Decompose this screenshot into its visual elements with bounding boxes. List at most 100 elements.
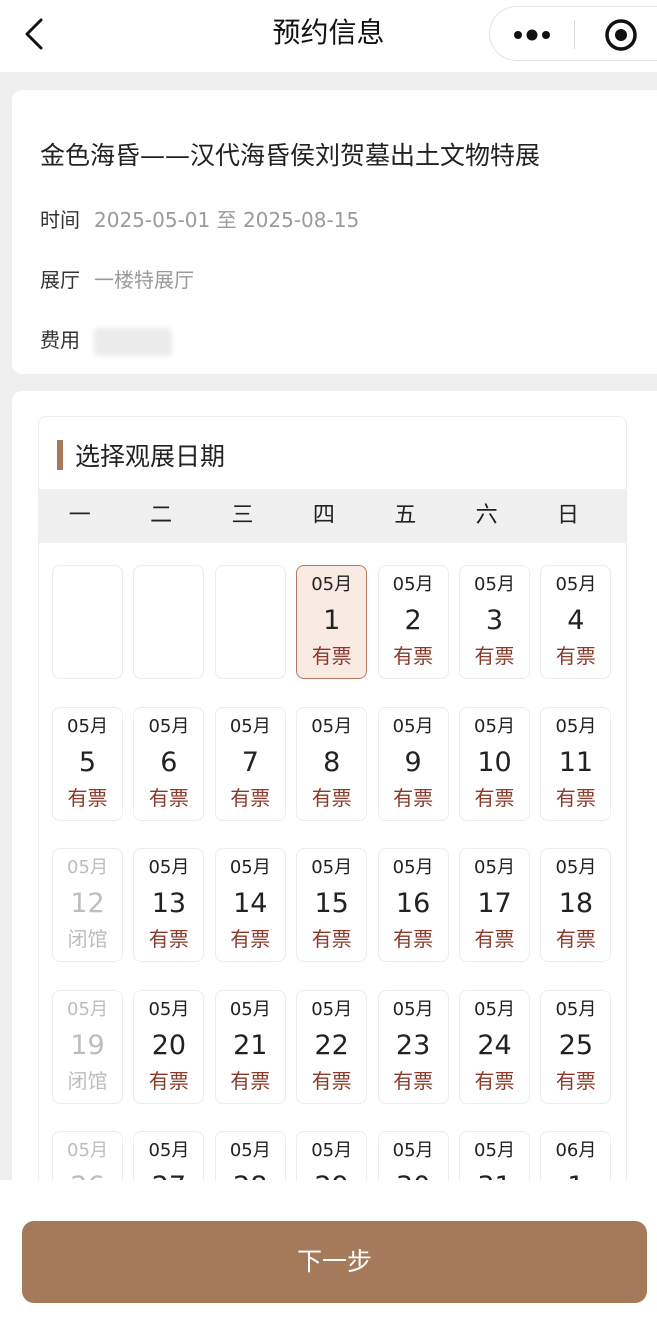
ticket-status: 有票 bbox=[393, 785, 434, 810]
weekday-label: 三 bbox=[231, 503, 254, 528]
ticket-status: 有票 bbox=[474, 927, 515, 951]
date-month: 05月 bbox=[474, 998, 515, 1020]
date-month: 05月 bbox=[555, 857, 597, 878]
date-cell[interactable]: 05月 20 有票 bbox=[133, 989, 205, 1104]
fee-label: 费用 bbox=[40, 328, 80, 352]
target-circle-icon bbox=[605, 18, 637, 51]
date-cell[interactable]: 05月 13 有票 bbox=[133, 848, 205, 962]
date-month: 05月 bbox=[67, 998, 108, 1020]
date-cell[interactable]: 05月 17 有票 bbox=[459, 848, 530, 962]
hall-label: 展厅 bbox=[40, 268, 80, 292]
weekday-label: 二 bbox=[150, 503, 173, 528]
date-cell[interactable]: 05月 24 有票 bbox=[459, 989, 530, 1104]
date-month: 05月 bbox=[474, 857, 515, 878]
date-cell[interactable]: 05月 18 有票 bbox=[540, 848, 612, 962]
date-cell[interactable]: 05月 21 有票 bbox=[214, 989, 286, 1104]
date-month: 05月 bbox=[148, 857, 190, 878]
ticket-status: 有票 bbox=[393, 644, 434, 668]
date-day: 21 bbox=[233, 1029, 268, 1061]
date-day: 17 bbox=[477, 888, 512, 919]
mini-program-capsule bbox=[489, 6, 657, 61]
ticket-status: 有票 bbox=[67, 785, 108, 810]
date-cell[interactable]: 05月 5 有票 bbox=[52, 706, 123, 821]
more-button[interactable] bbox=[490, 7, 574, 62]
date-day: 25 bbox=[558, 1029, 594, 1061]
date-cell[interactable]: 05月 10 有票 bbox=[459, 706, 530, 821]
date-cell[interactable]: 05月 6 有票 bbox=[133, 706, 205, 821]
ticket-status: 有票 bbox=[555, 785, 596, 810]
date-month: 05月 bbox=[311, 574, 353, 595]
bottom-bar: 下一步 bbox=[0, 1180, 657, 1319]
date-month: 05月 bbox=[311, 1140, 353, 1161]
weekday-label: 一 bbox=[68, 503, 91, 528]
date-day: 7 bbox=[241, 746, 259, 778]
date-cell[interactable]: 05月 22 有票 bbox=[296, 989, 368, 1104]
ticket-status: 有票 bbox=[474, 785, 515, 810]
date-month: 05月 bbox=[229, 998, 271, 1020]
ticket-status: 有票 bbox=[474, 644, 515, 668]
date-day: 11 bbox=[558, 746, 594, 778]
ticket-status: 有票 bbox=[311, 927, 352, 951]
date-cell[interactable]: 05月 7 有票 bbox=[214, 706, 286, 821]
date-month: 05月 bbox=[474, 1140, 515, 1161]
empty-date-cell bbox=[133, 565, 205, 679]
date-cell[interactable]: 05月 25 有票 bbox=[540, 989, 612, 1104]
date-cell[interactable]: 05月 15 有票 bbox=[296, 848, 368, 962]
date-cell[interactable]: 05月 2 有票 bbox=[377, 565, 449, 679]
date-cell[interactable]: 05月 3 有票 bbox=[459, 565, 530, 679]
date-day: 12 bbox=[70, 888, 105, 919]
date-cell[interactable]: 05月 11 有票 bbox=[540, 706, 612, 821]
more-dots-icon bbox=[514, 29, 550, 40]
ticket-status: 有票 bbox=[230, 785, 271, 810]
date-month: 05月 bbox=[67, 857, 108, 878]
close-mini-program-button[interactable] bbox=[585, 7, 657, 62]
date-month: 05月 bbox=[229, 857, 271, 878]
ticket-status: 有票 bbox=[555, 1068, 596, 1093]
date-month: 05月 bbox=[555, 574, 597, 595]
date-month: 05月 bbox=[555, 715, 597, 737]
date-day: 1 bbox=[323, 605, 341, 636]
date-cell[interactable]: 05月 16 有票 bbox=[377, 848, 449, 962]
date-day: 22 bbox=[314, 1029, 349, 1061]
date-month: 05月 bbox=[148, 1140, 190, 1161]
date-day: 6 bbox=[160, 746, 178, 778]
fee-value-redacted bbox=[94, 327, 172, 356]
date-month: 05月 bbox=[392, 574, 434, 595]
date-day: 5 bbox=[78, 746, 97, 778]
next-step-button[interactable]: 下一步 bbox=[22, 1221, 647, 1303]
date-month: 05月 bbox=[392, 857, 434, 878]
capsule-divider bbox=[574, 20, 575, 49]
weekday-header: 一 二 三 四 五 六 日 bbox=[39, 489, 626, 543]
ticket-status: 有票 bbox=[311, 1068, 352, 1093]
date-month: 05月 bbox=[311, 998, 353, 1020]
ticket-status: 有票 bbox=[230, 927, 271, 951]
date-cell[interactable]: 05月 4 有票 bbox=[540, 565, 612, 679]
time-row: 时间 2025-05-01 至 2025-08-15 bbox=[40, 206, 359, 234]
date-day: 16 bbox=[395, 888, 431, 919]
date-month: 06月 bbox=[555, 1140, 597, 1161]
ticket-status: 有票 bbox=[148, 1068, 189, 1093]
closed-date-cell: 05月 12 闭馆 bbox=[52, 848, 123, 962]
date-cell[interactable]: 05月 9 有票 bbox=[377, 706, 449, 821]
date-cell[interactable]: 05月 14 有票 bbox=[214, 848, 286, 962]
ticket-status: 有票 bbox=[393, 927, 434, 951]
exhibition-info-card: 金色海昏——汉代海昏侯刘贺墓出土文物特展 时间 2025-05-01 至 2025… bbox=[12, 90, 657, 374]
date-day: 3 bbox=[485, 605, 504, 636]
date-month: 05月 bbox=[555, 998, 597, 1020]
date-day: 23 bbox=[395, 1029, 431, 1061]
date-month: 05月 bbox=[392, 715, 434, 737]
date-grid: 05月 1 有票 05月 2 有票 05月 3 有票 05月 4 有票 05月 5 有票 05月 6 有票 05月 7… bbox=[52, 565, 614, 1245]
calendar-heading: 选择观展日期 bbox=[57, 437, 225, 473]
date-month: 05月 bbox=[148, 998, 190, 1020]
date-day: 20 bbox=[151, 1029, 187, 1061]
date-cell[interactable]: 05月 8 有票 bbox=[296, 706, 368, 821]
weekday-label: 四 bbox=[312, 503, 335, 528]
date-day: 10 bbox=[477, 746, 512, 778]
ticket-status: 有票 bbox=[148, 785, 189, 810]
weekday-label: 六 bbox=[475, 503, 498, 528]
date-cell[interactable]: 05月 23 有票 bbox=[377, 989, 449, 1104]
date-cell[interactable]: 05月 1 有票 bbox=[296, 565, 368, 679]
date-day: 8 bbox=[323, 746, 341, 778]
ticket-status: 有票 bbox=[311, 785, 352, 810]
weekday-label: 五 bbox=[394, 503, 417, 528]
